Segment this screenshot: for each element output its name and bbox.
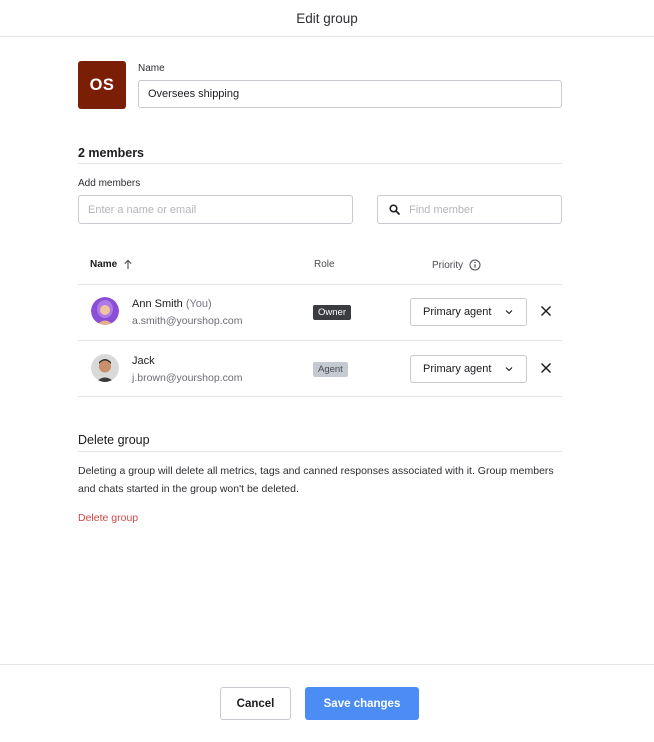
arrow-up-icon bbox=[124, 259, 132, 269]
role-badge-agent: Agent bbox=[313, 362, 348, 377]
name-label: Name bbox=[138, 63, 165, 74]
find-member-input[interactable] bbox=[409, 197, 549, 222]
find-member-field[interactable] bbox=[377, 195, 562, 224]
avatar bbox=[91, 354, 119, 382]
delete-divider bbox=[78, 451, 562, 452]
role-badge-owner: Owner bbox=[313, 305, 351, 320]
column-role: Role bbox=[314, 259, 335, 270]
add-members-label: Add members bbox=[78, 178, 141, 189]
avatar bbox=[91, 297, 119, 325]
member-you-tag: (You) bbox=[185, 298, 212, 310]
delete-description: Deleting a group will delete all metrics… bbox=[78, 465, 554, 495]
priority-select-value: Primary agent bbox=[423, 306, 492, 318]
save-changes-button[interactable]: Save changes bbox=[305, 687, 419, 720]
cancel-button[interactable]: Cancel bbox=[220, 687, 291, 720]
info-icon[interactable] bbox=[469, 259, 481, 271]
priority-select[interactable]: Primary agent bbox=[410, 355, 527, 383]
member-email: a.smith@yourshop.com bbox=[132, 315, 243, 327]
column-priority-label: Priority bbox=[432, 259, 464, 271]
group-avatar: OS bbox=[78, 61, 126, 109]
column-name-label: Name bbox=[90, 259, 118, 270]
avatar-image bbox=[91, 354, 119, 382]
chevron-down-icon bbox=[505, 367, 513, 372]
member-name-text: Jack bbox=[132, 355, 155, 367]
dialog-title: Edit group bbox=[296, 10, 358, 26]
dialog-header: Edit group bbox=[0, 0, 654, 37]
chevron-down-icon bbox=[505, 310, 513, 315]
members-title: 2 members bbox=[78, 146, 145, 160]
group-initials: OS bbox=[89, 75, 115, 94]
column-role-label: Role bbox=[314, 259, 335, 270]
avatar-image bbox=[91, 297, 119, 325]
add-members-input[interactable] bbox=[78, 195, 353, 224]
members-divider bbox=[78, 163, 562, 164]
dialog-footer: Cancel Save changes bbox=[0, 664, 654, 742]
close-icon[interactable] bbox=[539, 304, 553, 318]
delete-section-title: Delete group bbox=[78, 433, 150, 447]
member-name-text: Ann Smith bbox=[132, 298, 183, 310]
search-icon bbox=[389, 204, 400, 215]
column-priority: Priority bbox=[432, 259, 481, 271]
priority-select-value: Primary agent bbox=[423, 363, 492, 375]
delete-group-link[interactable]: Delete group bbox=[78, 512, 138, 524]
member-email: j.brown@yourshop.com bbox=[132, 372, 243, 384]
row-divider bbox=[78, 340, 562, 341]
column-name[interactable]: Name bbox=[90, 259, 133, 270]
member-name: Jack bbox=[132, 355, 155, 367]
row-divider bbox=[78, 396, 562, 397]
table-header-divider bbox=[78, 284, 562, 285]
member-name: Ann Smith (You) bbox=[132, 298, 212, 310]
close-icon[interactable] bbox=[539, 361, 553, 375]
priority-select[interactable]: Primary agent bbox=[410, 298, 527, 326]
group-name-input[interactable] bbox=[138, 80, 562, 108]
